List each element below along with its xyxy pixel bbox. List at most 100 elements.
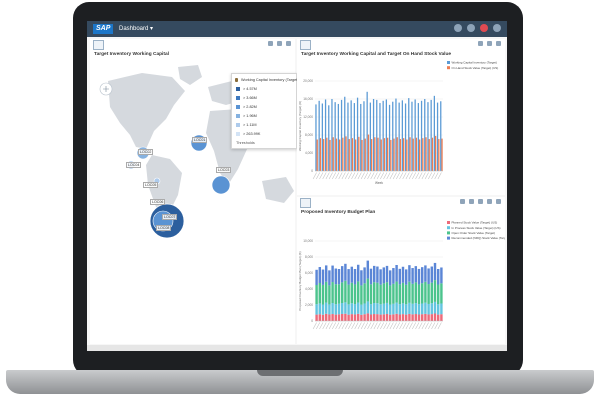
x-tick-mark — [322, 322, 327, 330]
bar — [408, 313, 411, 321]
y-axis-label: Working Capital Inventory (Target) (K) — [298, 101, 302, 151]
bar — [353, 314, 357, 321]
bar — [440, 283, 443, 304]
legend-swatch — [236, 96, 240, 100]
north-america-shape — [108, 73, 185, 149]
sap-logo[interactable]: SAP — [93, 24, 114, 34]
bar — [371, 139, 373, 171]
x-tick-mark — [405, 172, 410, 180]
zoom-control[interactable] — [99, 82, 113, 96]
x-tick-mark — [437, 172, 442, 180]
expand-icon[interactable] — [496, 199, 501, 204]
settings-icon[interactable] — [268, 41, 273, 46]
bar — [358, 136, 360, 171]
legend-title: Working Capital Inventory (Target) — [241, 78, 299, 82]
x-tick-mark — [370, 172, 375, 180]
bar — [376, 314, 379, 321]
bar — [328, 304, 331, 315]
chart-type-icon[interactable] — [300, 40, 311, 50]
pin-icon[interactable] — [235, 78, 238, 82]
x-tick-mark — [402, 322, 407, 330]
legend-label: Recommended (NRQ) Stock Value (Target) — [452, 236, 506, 240]
expand-icon[interactable] — [286, 41, 291, 46]
bar — [431, 137, 434, 171]
chart-type-icon[interactable] — [300, 198, 311, 208]
bar — [342, 137, 344, 171]
sort-icon[interactable] — [460, 199, 465, 204]
bar — [340, 313, 344, 321]
bar — [401, 303, 405, 315]
x-tick-mark — [364, 322, 369, 330]
x-tick-mark — [389, 322, 394, 330]
x-tick-mark — [412, 322, 417, 330]
user-avatar-icon[interactable] — [493, 24, 501, 32]
bar — [382, 314, 386, 321]
zoom-icon[interactable] — [487, 199, 492, 204]
legend-row: > 1.96M — [236, 114, 257, 118]
bar — [315, 269, 318, 285]
expand-icon[interactable] — [496, 41, 501, 46]
bar — [337, 314, 341, 321]
x-tick-mark — [415, 322, 420, 330]
y-tick-label: 2,000 — [305, 303, 313, 307]
panel-toolbar — [460, 199, 501, 204]
x-tick-mark — [415, 172, 420, 180]
bar — [339, 139, 341, 171]
bar — [347, 102, 349, 171]
x-tick-mark — [328, 322, 333, 330]
bar — [392, 283, 395, 304]
bar — [390, 139, 392, 171]
bar — [420, 267, 424, 284]
edit-icon[interactable] — [277, 41, 282, 46]
bar — [417, 103, 419, 171]
bar — [392, 101, 394, 171]
dashboard-menu[interactable]: Dashboard ▾ — [119, 24, 153, 34]
x-tick-mark — [351, 322, 356, 330]
search-icon[interactable] — [454, 24, 462, 32]
settings-icon[interactable] — [478, 41, 483, 46]
legend-footer: Thresholds — [236, 141, 255, 145]
x-tick-mark — [319, 322, 324, 330]
x-tick-mark — [344, 172, 349, 180]
bar — [430, 314, 434, 321]
edit-icon[interactable] — [487, 41, 492, 46]
map-label: LOC04 — [126, 162, 142, 168]
legend-swatch — [447, 231, 450, 235]
bar — [411, 303, 414, 315]
x-tick-mark — [357, 322, 362, 330]
legend-swatch — [236, 132, 240, 136]
bar — [395, 265, 398, 282]
x-tick-mark — [431, 322, 436, 330]
legend-swatch — [236, 114, 240, 118]
x-tick-mark — [396, 172, 401, 180]
chart1-panel: Target Inventory Working Capital and Tar… — [297, 39, 505, 195]
bar — [334, 268, 338, 285]
help-icon[interactable] — [467, 24, 475, 32]
bar — [350, 303, 354, 315]
bar — [363, 283, 366, 304]
edit-icon[interactable] — [478, 199, 483, 204]
bar — [344, 302, 347, 314]
bar — [347, 314, 350, 321]
bar — [340, 266, 344, 283]
x-tick-mark — [405, 322, 410, 330]
x-tick-mark — [316, 322, 321, 330]
bar — [427, 268, 430, 285]
bar — [408, 98, 410, 171]
notification-icon[interactable] — [480, 24, 488, 32]
bar — [331, 265, 334, 283]
bar — [337, 269, 341, 285]
settings-icon[interactable] — [469, 199, 474, 204]
x-tick-mark — [431, 172, 436, 180]
bar — [414, 314, 418, 321]
greenland-shape — [178, 65, 202, 85]
bar — [350, 266, 354, 283]
x-tick-mark — [351, 172, 356, 180]
bar — [356, 264, 360, 282]
bar — [395, 313, 398, 321]
chart-type-icon[interactable] — [93, 40, 104, 50]
shell-icons — [454, 24, 501, 32]
chart2-panel: Proposed Inventory Budget Plan 0 2,000 4,0… — [297, 197, 505, 344]
bar — [374, 137, 376, 171]
x-tick-mark — [434, 322, 439, 330]
